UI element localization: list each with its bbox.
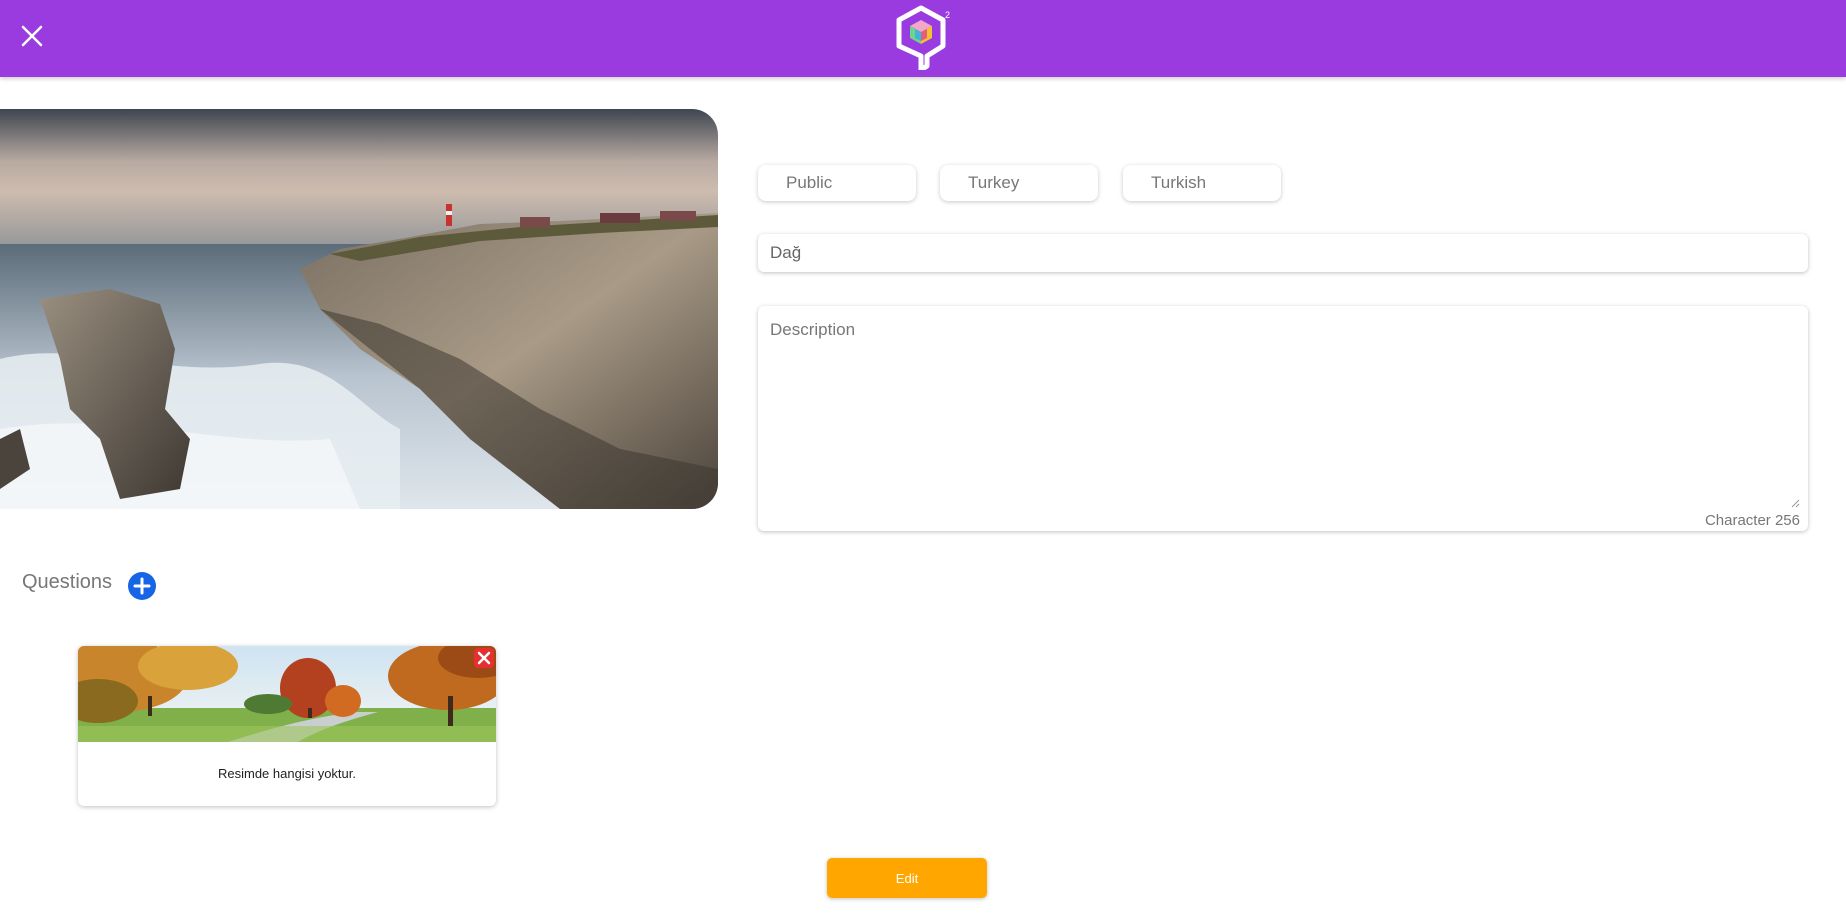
resize-handle-icon[interactable]: [1790, 495, 1800, 508]
add-question-button[interactable]: [128, 572, 156, 600]
questions-heading: Questions: [22, 571, 113, 593]
name-field[interactable]: Dağ: [758, 234, 1808, 272]
close-square-icon[interactable]: [474, 648, 494, 668]
language-value: Turkish: [1151, 173, 1207, 192]
top-bar: 2: [0, 0, 1846, 77]
question-card[interactable]: Resimde hangisi yoktur.: [78, 646, 496, 806]
cover-image[interactable]: [0, 109, 718, 509]
language-select[interactable]: Turkish: [1123, 165, 1281, 201]
close-icon[interactable]: [16, 20, 48, 52]
description-placeholder: Description: [770, 320, 856, 339]
edit-button[interactable]: Edit: [827, 858, 987, 898]
country-value: Turkey: [968, 173, 1020, 192]
svg-text:2: 2: [945, 10, 950, 20]
description-field[interactable]: Description Character 256: [758, 306, 1808, 531]
plus-circle-icon: [128, 572, 156, 600]
visibility-value: Public: [786, 173, 833, 192]
question-image: [78, 646, 496, 742]
visibility-select[interactable]: Public: [758, 165, 916, 201]
character-counter: Character 256: [1704, 512, 1800, 529]
country-select[interactable]: Turkey: [940, 165, 1098, 201]
cube-q-logo-icon[interactable]: 2: [893, 4, 953, 73]
name-value: Dağ: [770, 243, 802, 262]
question-text: Resimde hangisi yoktur.: [217, 766, 356, 781]
